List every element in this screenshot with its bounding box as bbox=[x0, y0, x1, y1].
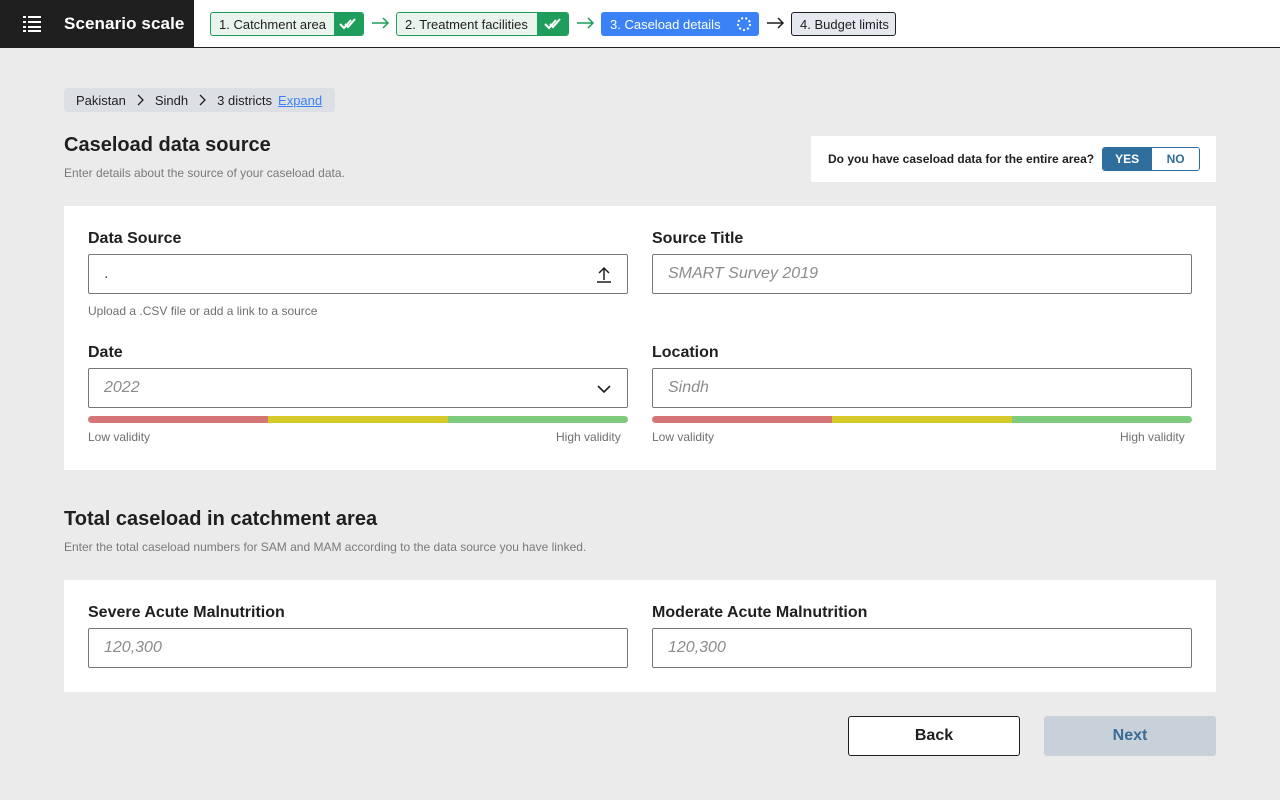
data-source-label: Data Source bbox=[88, 230, 182, 247]
data-source-value: . bbox=[104, 265, 109, 282]
toggle-question: Do you have caseload data for the entire… bbox=[828, 152, 1095, 166]
breadcrumb-province[interactable]: Sindh bbox=[155, 93, 188, 108]
arrow-right-icon bbox=[372, 17, 390, 29]
expand-link[interactable]: Expand bbox=[278, 93, 322, 108]
no-option[interactable]: NO bbox=[1151, 148, 1200, 170]
date-value: 2022 bbox=[104, 379, 140, 396]
data-source-input[interactable]: . bbox=[88, 254, 628, 294]
breadcrumb-districts: 3 districts bbox=[217, 92, 273, 108]
data-source-card: Data Source . Upload a .CSV file or add … bbox=[64, 206, 1216, 470]
yes-no-toggle: YES NO bbox=[1102, 147, 1201, 171]
chevron-right-icon bbox=[137, 94, 144, 106]
low-validity-label: Low validity bbox=[652, 430, 715, 444]
back-button[interactable]: Back bbox=[848, 716, 1020, 756]
low-validity-label: Low validity bbox=[88, 430, 151, 444]
mam-label: Moderate Acute Malnutrition bbox=[652, 604, 868, 621]
top-bar: Scenario scale 1. Catchment area 2. Trea… bbox=[0, 0, 1280, 48]
source-title-placeholder: SMART Survey 2019 bbox=[668, 265, 818, 282]
yes-option[interactable]: YES bbox=[1103, 148, 1152, 170]
step-label: 4. Budget limits bbox=[800, 16, 889, 32]
location-label: Location bbox=[652, 344, 719, 361]
arrow-right-icon bbox=[577, 17, 595, 29]
step-budget-limits[interactable]: 4. Budget limits bbox=[791, 12, 896, 36]
location-placeholder: Sindh bbox=[668, 379, 709, 396]
location-validity-bar bbox=[652, 416, 1192, 423]
list-menu-icon[interactable] bbox=[23, 15, 41, 33]
chevron-right-icon bbox=[199, 94, 207, 106]
breadcrumb: Pakistan Sindh 3 districts Expand bbox=[64, 88, 335, 112]
mam-placeholder: 120,300 bbox=[668, 639, 726, 656]
section-title-caseload: Total caseload in catchment area bbox=[64, 508, 378, 530]
location-input[interactable]: Sindh bbox=[652, 368, 1192, 408]
date-select[interactable]: 2022 bbox=[88, 368, 628, 408]
step-label: 3. Caseload details bbox=[610, 16, 721, 32]
loading-spinner-icon bbox=[730, 13, 758, 35]
sam-label: Severe Acute Malnutrition bbox=[88, 604, 285, 621]
chevron-down-icon bbox=[597, 385, 611, 394]
step-label: 2. Treatment facilities bbox=[405, 16, 528, 32]
source-title-label: Source Title bbox=[652, 230, 744, 247]
sam-input[interactable]: 120,300 bbox=[88, 628, 628, 668]
step-caseload-details[interactable]: 3. Caseload details bbox=[601, 12, 759, 36]
high-validity-label: High validity bbox=[1120, 430, 1185, 444]
source-title-input[interactable]: SMART Survey 2019 bbox=[652, 254, 1192, 294]
double-check-icon bbox=[333, 13, 363, 35]
caseload-card: Severe Acute Malnutrition 120,300 Modera… bbox=[64, 580, 1216, 692]
mam-input[interactable]: 120,300 bbox=[652, 628, 1192, 668]
date-validity-bar bbox=[88, 416, 628, 423]
data-source-hint: Upload a .CSV file or add a link to a so… bbox=[88, 304, 318, 318]
section-subtitle-data-source: Enter details about the source of your c… bbox=[64, 166, 345, 180]
step-catchment-area[interactable]: 1. Catchment area bbox=[210, 12, 364, 36]
section-title-data-source: Caseload data source bbox=[64, 134, 271, 156]
breadcrumb-country[interactable]: Pakistan bbox=[76, 93, 126, 108]
arrow-right-icon bbox=[767, 17, 785, 29]
high-validity-label: High validity bbox=[556, 430, 621, 444]
caseload-availability-toggle: Do you have caseload data for the entire… bbox=[811, 136, 1216, 182]
app-title: Scenario scale bbox=[64, 14, 185, 33]
next-button[interactable]: Next bbox=[1044, 716, 1216, 756]
step-treatment-facilities[interactable]: 2. Treatment facilities bbox=[396, 12, 569, 36]
app-brand: Scenario scale bbox=[0, 0, 194, 47]
upload-icon[interactable] bbox=[595, 266, 613, 284]
double-check-icon bbox=[537, 13, 568, 35]
step-label: 1. Catchment area bbox=[219, 16, 326, 32]
date-label: Date bbox=[88, 344, 123, 361]
sam-placeholder: 120,300 bbox=[104, 639, 162, 656]
section-subtitle-caseload: Enter the total caseload numbers for SAM… bbox=[64, 540, 587, 554]
